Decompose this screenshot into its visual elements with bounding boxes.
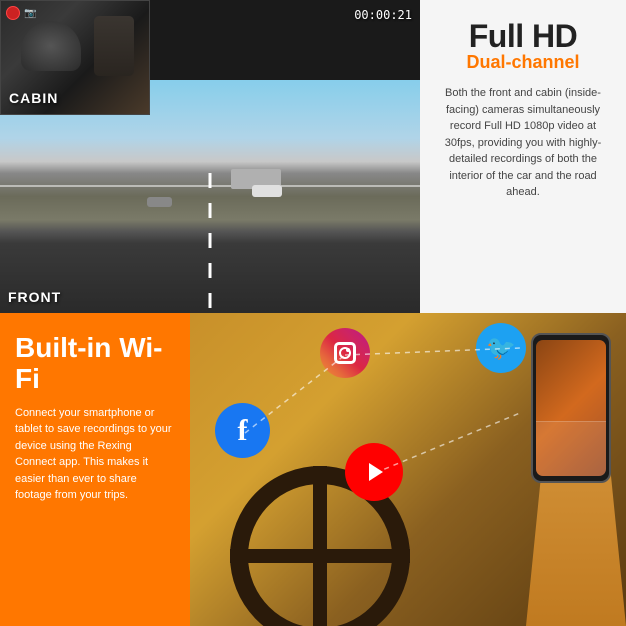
main-container: 📷 00:00:21 CABIN FRONT Full HD Dual-chan… — [0, 0, 626, 626]
rec-dot — [6, 6, 20, 20]
timestamp: 00:00:21 — [354, 8, 412, 22]
top-section: 📷 00:00:21 CABIN FRONT Full HD Dual-chan… — [0, 0, 626, 313]
camera-panel: 📷 00:00:21 CABIN FRONT — [0, 0, 420, 313]
phone-screen — [536, 340, 606, 476]
feature-description: Both the front and cabin (inside-facing)… — [435, 85, 611, 201]
wifi-panel: Built-in Wi-Fi Connect your smartphone o… — [0, 313, 190, 626]
wifi-description: Connect your smartphone or tablet to sav… — [15, 405, 175, 504]
dual-channel-subtitle: Dual-channel — [466, 52, 579, 73]
driving-scene: f 🐦 — [190, 313, 626, 626]
info-panel: Full HD Dual-channel Both the front and … — [420, 0, 626, 313]
full-hd-title: Full HD — [469, 20, 577, 52]
rec-indicator: 📷 — [6, 6, 36, 20]
front-label: FRONT — [8, 289, 61, 305]
wifi-title: Built-in Wi-Fi — [15, 333, 175, 395]
vehicle-car2 — [147, 197, 172, 207]
cabin-label: CABIN — [9, 90, 58, 106]
phone-mockup — [531, 333, 611, 483]
vehicle-car1 — [252, 185, 282, 197]
bottom-section: Built-in Wi-Fi Connect your smartphone o… — [0, 313, 626, 626]
camera-icon: 📷 — [24, 8, 36, 19]
